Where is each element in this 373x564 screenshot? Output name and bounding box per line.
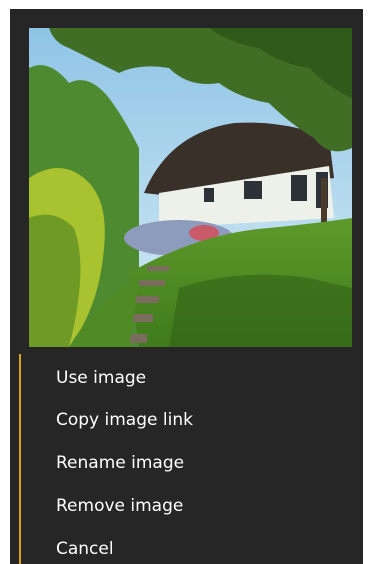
image-preview (29, 28, 352, 347)
menu-item-rename-image[interactable]: Rename image (10, 442, 363, 485)
menu-item-copy-image-link[interactable]: Copy image link (10, 399, 363, 442)
menu-item-remove-image[interactable]: Remove image (10, 485, 363, 528)
menu-item-use-image[interactable]: Use image (10, 358, 363, 399)
image-options-menu: Use image Copy image link Rename image R… (10, 358, 363, 564)
menu-item-cancel[interactable]: Cancel (10, 528, 363, 564)
image-options-panel: Use image Copy image link Rename image R… (10, 9, 363, 564)
